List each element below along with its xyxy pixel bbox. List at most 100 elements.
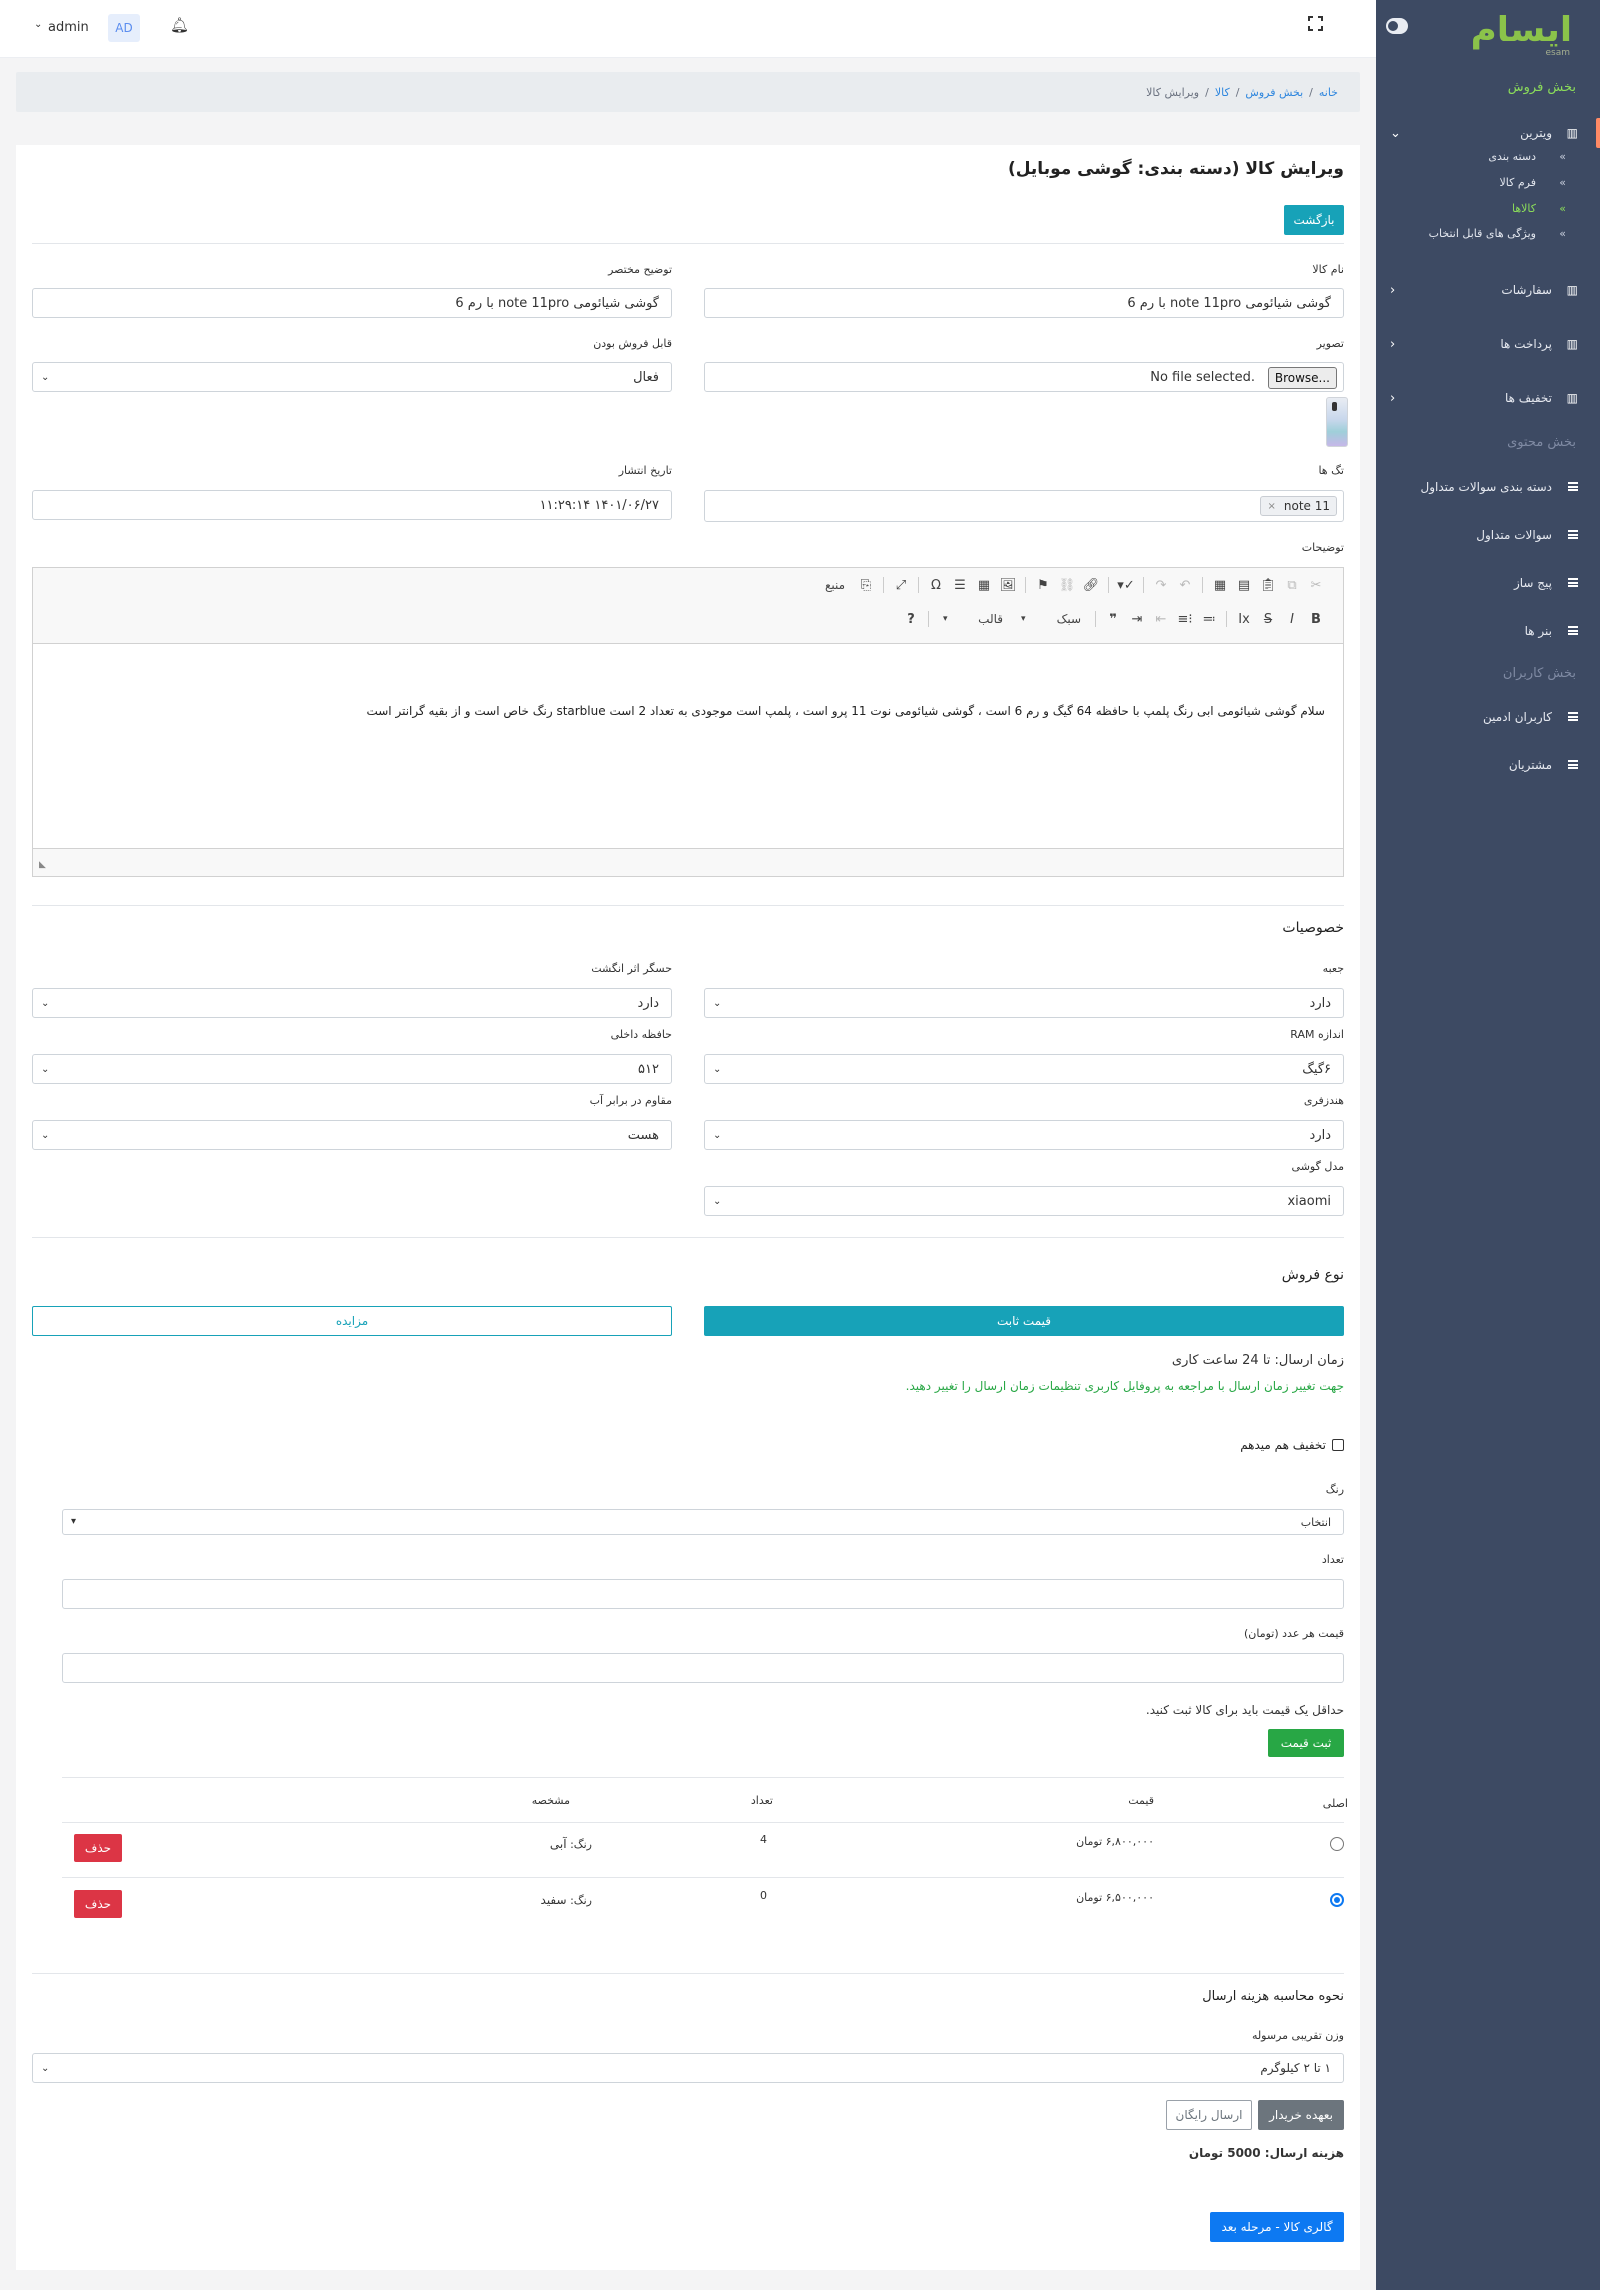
source-button[interactable]: منبع xyxy=(819,576,851,594)
intro-input[interactable]: گوشی شیائومی note 11pro با رم 6 xyxy=(32,288,672,318)
breadcrumb-products[interactable]: کالا xyxy=(1215,86,1230,99)
sidebar-item-payments[interactable]: ▥ پرداخت ها ‹ xyxy=(1376,333,1600,355)
property-select-box[interactable]: دارد ⌄ xyxy=(704,988,1344,1018)
copy-icon[interactable]: ⧉ xyxy=(1283,576,1301,594)
sidebar-item-faq-categories[interactable]: دسته بندی سوالات متداول xyxy=(1376,476,1600,498)
main-radio-row-1[interactable] xyxy=(1330,1837,1344,1851)
delete-button[interactable]: حذف xyxy=(74,1834,122,1862)
anchor-icon[interactable]: ⚑ xyxy=(1034,576,1052,594)
avatar[interactable]: AD xyxy=(108,14,140,42)
sidebar-item-faq[interactable]: سوالات متداول xyxy=(1376,524,1600,546)
sidebar-item-orders[interactable]: ▥ سفارشات ‹ xyxy=(1376,279,1600,301)
resize-handle-icon[interactable]: ◣ xyxy=(39,860,46,870)
paste-icon[interactable]: 📋︎ xyxy=(1259,576,1277,594)
property-label: جعبه xyxy=(1322,962,1344,975)
style-dropdown[interactable]: سبک ▾ xyxy=(1015,610,1087,628)
logo[interactable]: ایسام esam xyxy=(1471,10,1574,58)
weight-select[interactable]: ۱ تا ۲ کیلوگرم ⌄ xyxy=(32,2053,1344,2083)
checkbox-box[interactable] xyxy=(1332,1439,1344,1451)
format-dropdown[interactable]: قالب ▾ xyxy=(937,610,1009,628)
link-icon[interactable]: 🔗︎ xyxy=(1082,576,1100,594)
close-icon[interactable]: × xyxy=(1267,501,1275,512)
help-icon[interactable]: ? xyxy=(902,610,920,628)
indent-icon[interactable]: ⇥ xyxy=(1128,610,1146,628)
redo-icon[interactable]: ↷ xyxy=(1152,576,1170,594)
tags-input[interactable]: note 11 × xyxy=(704,490,1344,522)
published-label: تاریخ انتشار xyxy=(618,464,672,477)
special-char-icon[interactable]: Ω xyxy=(927,576,945,594)
properties-heading: خصوصیات xyxy=(1282,920,1344,936)
page-title: ویرایش کالا (دسته بندی: گوشی موبایل) xyxy=(1007,159,1344,179)
color-select[interactable]: انتخاب ▾ xyxy=(62,1509,1344,1535)
marketable-select[interactable]: فعال ⌄ xyxy=(32,362,672,392)
sidebar-sub-label: فرم کالا xyxy=(1499,176,1537,189)
user-menu[interactable]: admin xyxy=(48,20,89,35)
published-input[interactable]: ۱۴۰۱/۰۶/۲۷ ۱۱:۲۹:۱۴ xyxy=(32,490,672,520)
sidebar-sub-categories[interactable]: » دسته بندی xyxy=(1376,150,1600,168)
property-value: دارد xyxy=(1309,995,1331,1011)
property-select-model[interactable]: xiaomi ⌄ xyxy=(704,1186,1344,1216)
undo-icon[interactable]: ↶ xyxy=(1176,576,1194,594)
sidebar-sub-product-form[interactable]: » فرم کالا xyxy=(1376,176,1600,194)
theme-toggle[interactable] xyxy=(1386,18,1408,34)
bulleted-list-icon[interactable]: ⁝≡ xyxy=(1176,610,1194,628)
breadcrumb-home[interactable]: خانه xyxy=(1319,86,1338,99)
sidebar-item-showcase[interactable]: ▥ ویترین ⌄ xyxy=(1376,122,1600,144)
sidebar-item-admin-users[interactable]: کاربران ادمین xyxy=(1376,706,1600,728)
chevron-icon: » xyxy=(1559,227,1566,240)
sidebar-sub-selectable-attributes[interactable]: » ویژگی های قابل انتخاب xyxy=(1376,227,1600,245)
source-icon[interactable]: ⎘ xyxy=(857,576,875,594)
back-button[interactable]: بازگشت xyxy=(1284,205,1344,235)
delete-button[interactable]: حذف xyxy=(74,1890,122,1918)
cut-icon[interactable]: ✂ xyxy=(1307,576,1325,594)
main-radio-row-2[interactable] xyxy=(1330,1893,1344,1907)
spellcheck-icon[interactable]: ✓▾ xyxy=(1117,576,1135,594)
sidebar-sub-products[interactable]: » کالاها xyxy=(1376,202,1600,220)
auction-button[interactable]: مزایده xyxy=(32,1306,672,1336)
image-icon[interactable]: 🖼︎ xyxy=(999,576,1017,594)
count-input[interactable] xyxy=(62,1579,1344,1609)
outdent-icon[interactable]: ⇤ xyxy=(1152,610,1170,628)
editor-content[interactable]: سلام گوشی شیائومی ابی رنگ پلمپ با حافظه … xyxy=(33,644,1343,844)
property-select-storage[interactable]: ۵۱۲ ⌄ xyxy=(32,1054,672,1084)
property-select-waterproof[interactable]: هست ⌄ xyxy=(32,1120,672,1150)
submit-price-button[interactable]: ثبت قیمت xyxy=(1268,1729,1344,1757)
name-input[interactable]: گوشی شیائومی note 11pro با رم 6 xyxy=(704,288,1344,318)
property-select-handsfree[interactable]: دارد ⌄ xyxy=(704,1120,1344,1150)
sidebar-item-page-builder[interactable]: پیج ساز xyxy=(1376,572,1600,594)
property-select-ram[interactable]: ۶گیگ ⌄ xyxy=(704,1054,1344,1084)
next-step-button[interactable]: گالری کالا - مرحله بعد xyxy=(1210,2212,1344,2242)
chevron-down-icon[interactable]: ⌄ xyxy=(34,19,42,30)
fullscreen-icon[interactable] xyxy=(1308,16,1323,31)
image-file-input[interactable]: Browse... No file selected. xyxy=(704,362,1344,392)
remove-format-icon[interactable]: Ix xyxy=(1235,610,1253,628)
sidebar-item-customers[interactable]: مشتریان xyxy=(1376,754,1600,776)
italic-icon[interactable]: I xyxy=(1283,610,1301,628)
fixed-price-button[interactable]: قیمت ثابت xyxy=(704,1306,1344,1336)
maximize-icon[interactable]: ⤢ xyxy=(892,576,910,594)
horizontal-line-icon[interactable]: ☰ xyxy=(951,576,969,594)
free-shipping-button[interactable]: ارسال رایگان xyxy=(1166,2100,1252,2130)
bell-icon[interactable]: 🔔︎ xyxy=(170,16,189,34)
buyer-pays-button[interactable]: بعهده خریدار xyxy=(1258,2100,1344,2130)
row-price: ۶,۵۰۰,۰۰۰ تومان xyxy=(1076,1891,1154,1904)
delivery-hint[interactable]: جهت تغییر زمان ارسال با مراجعه به پروفای… xyxy=(906,1379,1344,1393)
paste-text-icon[interactable]: ▤ xyxy=(1235,576,1253,594)
table-icon[interactable]: ▦ xyxy=(975,576,993,594)
breadcrumb-sales[interactable]: بخش فروش xyxy=(1245,86,1303,99)
strike-icon[interactable]: S xyxy=(1259,610,1277,628)
property-select-fingerprint[interactable]: دارد ⌄ xyxy=(32,988,672,1018)
paste-word-icon[interactable]: ▦ xyxy=(1211,576,1229,594)
numbered-list-icon[interactable]: ≔ xyxy=(1200,610,1218,628)
blockquote-icon[interactable]: ❞ xyxy=(1104,610,1122,628)
browse-button[interactable]: Browse... xyxy=(1267,367,1337,389)
unlink-icon[interactable]: ⛓ xyxy=(1058,576,1076,594)
price-input[interactable] xyxy=(62,1653,1344,1683)
sidebar-item-discounts[interactable]: ▥ تخفیف ها ‹ xyxy=(1376,387,1600,409)
column-header-main: اصلی xyxy=(1322,1797,1348,1810)
table-header-line xyxy=(62,1822,1344,1823)
sidebar-item-banners[interactable]: بنر ها xyxy=(1376,620,1600,642)
bold-icon[interactable]: B xyxy=(1307,610,1325,628)
discount-checkbox[interactable]: تخفیف هم میدهم xyxy=(1240,1438,1344,1452)
chart-icon: ▥ xyxy=(1566,283,1578,297)
